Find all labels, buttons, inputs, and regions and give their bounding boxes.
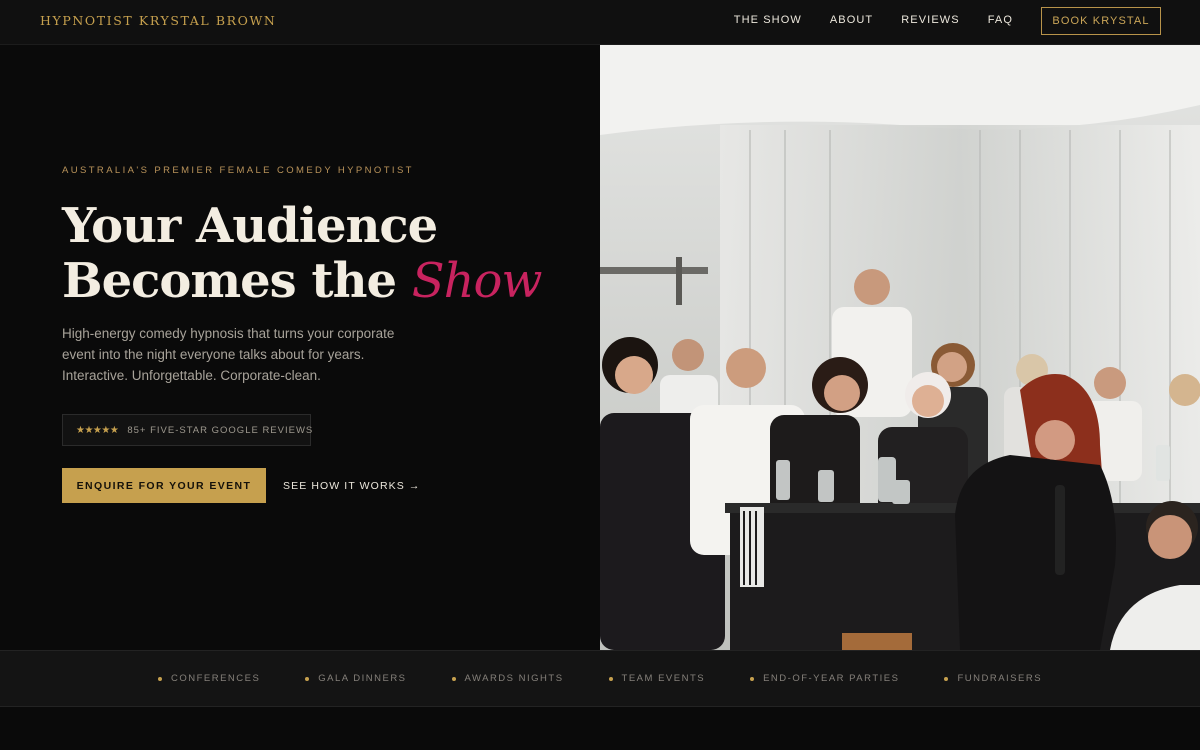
bullet-dot-icon: [608, 676, 613, 681]
bullet-dot-icon: [157, 676, 162, 681]
headline-accent: Show: [411, 253, 543, 309]
star-rating-icon: ★★★★★: [76, 424, 119, 436]
book-krystal-button[interactable]: BOOK KRYSTAL: [1041, 7, 1161, 35]
event-type-item: AWARDS NIGHTS: [451, 673, 564, 684]
event-type-label: CONFERENCES: [170, 673, 261, 684]
see-how-it-works-link[interactable]: SEE HOW IT WORKS →: [283, 480, 420, 492]
event-type-label: TEAM EVENTS: [621, 673, 706, 684]
event-type-label: FUNDRAISERS: [957, 673, 1043, 684]
site-header: HYPNOTIST KRYSTAL BROWN THE SHOW ABOUT R…: [0, 0, 1200, 45]
main-nav: THE SHOW ABOUT REVIEWS FAQ: [734, 14, 1013, 26]
event-type-item: FUNDRAISERS: [944, 673, 1042, 684]
bullet-dot-icon: [305, 676, 310, 681]
nav-the-show[interactable]: THE SHOW: [734, 14, 802, 26]
event-types-strip: CONFERENCES GALA DINNERS AWARDS NIGHTS T…: [0, 650, 1200, 707]
bullet-dot-icon: [451, 676, 456, 681]
hero-event-photo: [600, 45, 1200, 650]
headline-line-1: Your Audience: [62, 198, 438, 254]
hero-cta-row: ENQUIRE FOR YOUR EVENT SEE HOW IT WORKS …: [62, 468, 420, 503]
hero-subtext: High-energy comedy hypnosis that turns y…: [62, 326, 395, 383]
hero-headline: Your Audience Becomes the Show: [62, 198, 543, 309]
nav-reviews[interactable]: REVIEWS: [901, 14, 959, 26]
hero-content: AUSTRALIA'S PREMIER FEMALE COMEDY HYPNOT…: [0, 45, 600, 650]
headline-line-2: Becomes the: [62, 253, 412, 309]
event-type-item: GALA DINNERS: [305, 673, 406, 684]
event-type-item: END-OF-YEAR PARTIES: [750, 673, 899, 684]
event-type-label: END-OF-YEAR PARTIES: [763, 673, 900, 684]
event-type-label: AWARDS NIGHTS: [464, 673, 564, 684]
nav-about[interactable]: ABOUT: [830, 14, 873, 26]
bullet-dot-icon: [944, 676, 949, 681]
next-section-preview: [0, 707, 1200, 750]
hero-eyebrow: AUSTRALIA'S PREMIER FEMALE COMEDY HYPNOT…: [62, 165, 414, 176]
bullet-dot-icon: [750, 676, 755, 681]
event-type-item: TEAM EVENTS: [608, 673, 706, 684]
brand-logo[interactable]: HYPNOTIST KRYSTAL BROWN: [40, 13, 276, 28]
event-type-label: GALA DINNERS: [318, 673, 407, 684]
event-type-item: CONFERENCES: [157, 673, 261, 684]
nav-faq[interactable]: FAQ: [988, 14, 1013, 26]
event-audience-image: [600, 45, 1200, 650]
reviews-label: 85+ FIVE-STAR GOOGLE REVIEWS: [127, 424, 314, 436]
reviews-badge: ★★★★★ 85+ FIVE-STAR GOOGLE REVIEWS: [62, 414, 314, 446]
enquire-button[interactable]: ENQUIRE FOR YOUR EVENT: [62, 468, 266, 503]
